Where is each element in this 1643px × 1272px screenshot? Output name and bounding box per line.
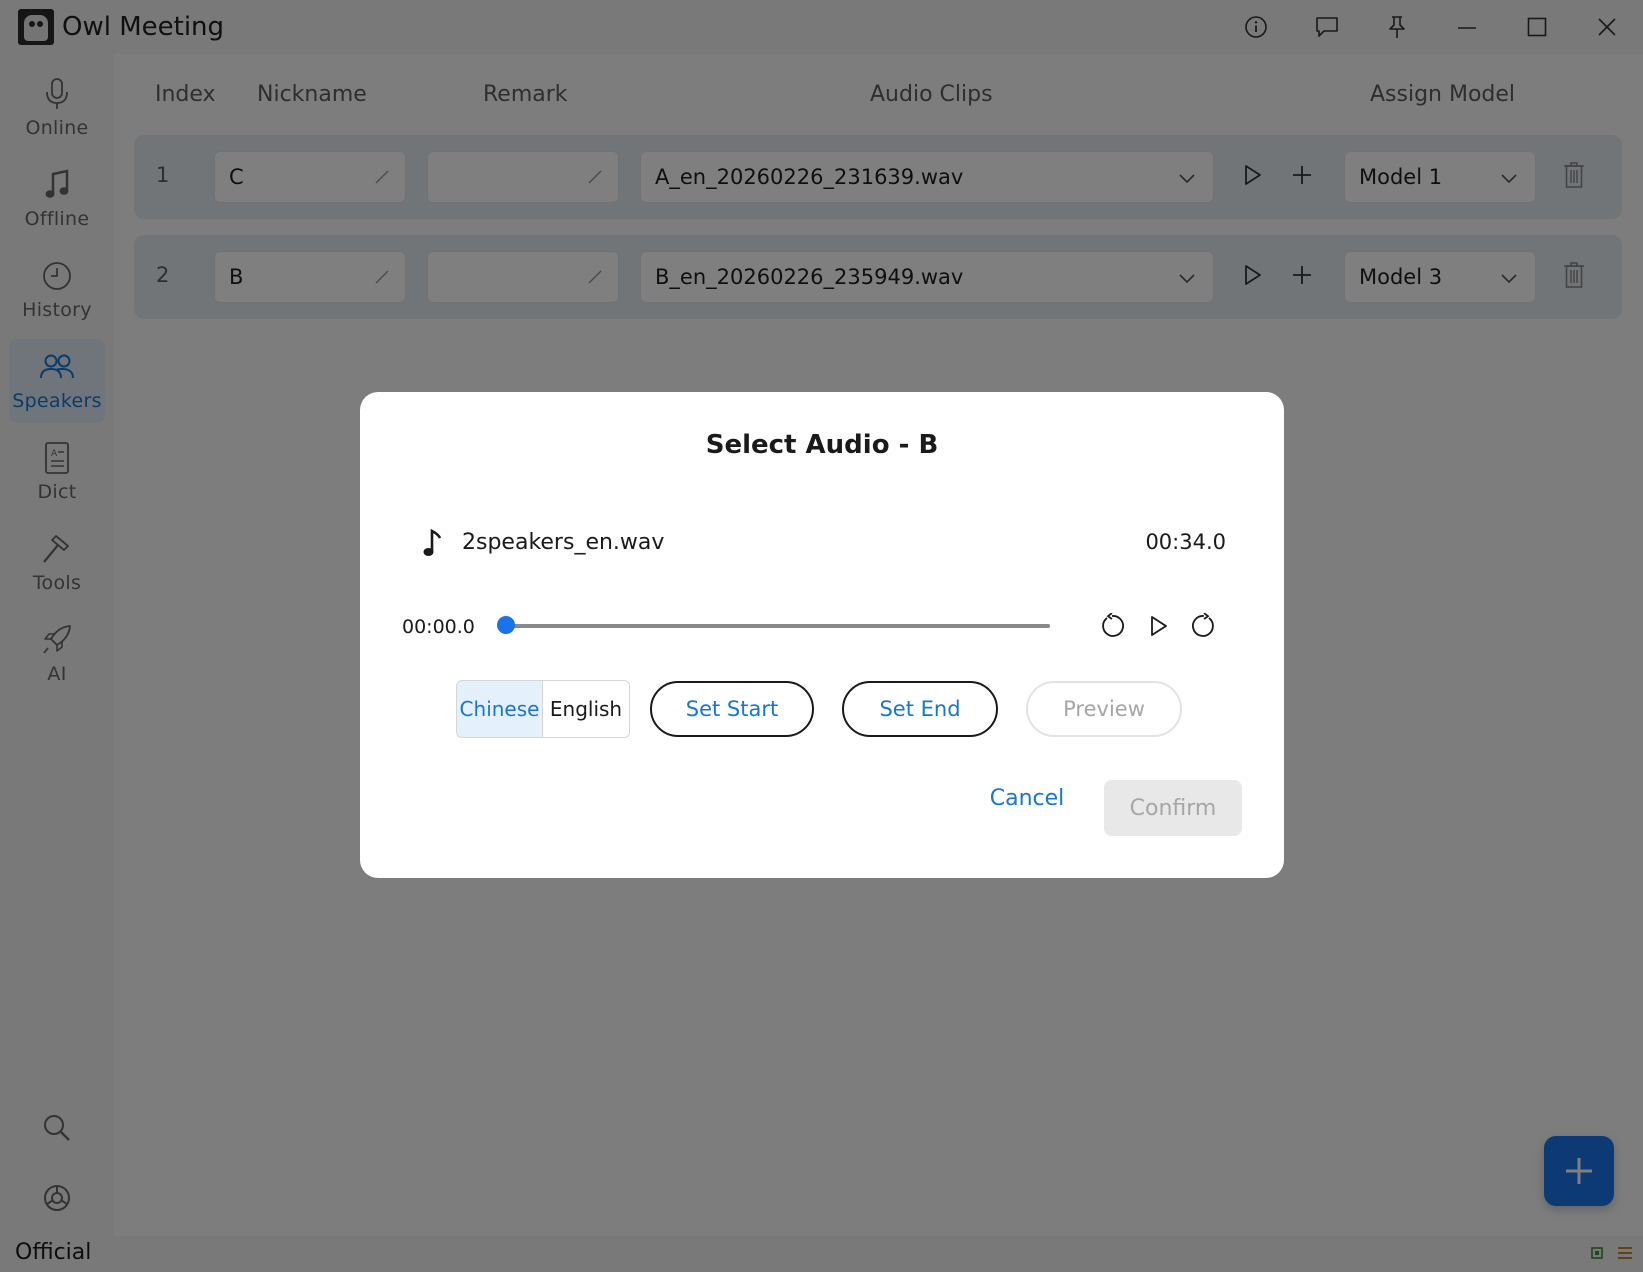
music-note-icon [423,528,442,556]
dialog-title: Select Audio - B [705,430,939,460]
preview-button[interactable]: Preview [1026,681,1182,737]
cancel-button[interactable]: Cancel [982,778,1072,818]
current-time: 00:00.0 [402,616,475,638]
set-start-button[interactable]: Set Start [650,681,814,737]
language-option-chinese[interactable]: Chinese [457,681,543,737]
language-option-english[interactable]: English [543,681,629,737]
seek-thumb[interactable] [497,616,515,634]
confirm-button[interactable]: Confirm [1104,780,1242,836]
audio-duration: 00:34.0 [1145,530,1226,554]
select-audio-dialog: Select Audio - B 2speakers_en.wav 00:34.… [360,392,1284,878]
forward-icon[interactable] [1186,608,1222,644]
seek-bar[interactable] [502,624,1050,628]
rewind-icon[interactable] [1094,608,1130,644]
language-toggle: Chinese English [456,680,630,738]
set-end-button[interactable]: Set End [842,681,998,737]
audio-file-name: 2speakers_en.wav [462,530,665,555]
play-icon[interactable] [1140,608,1176,644]
